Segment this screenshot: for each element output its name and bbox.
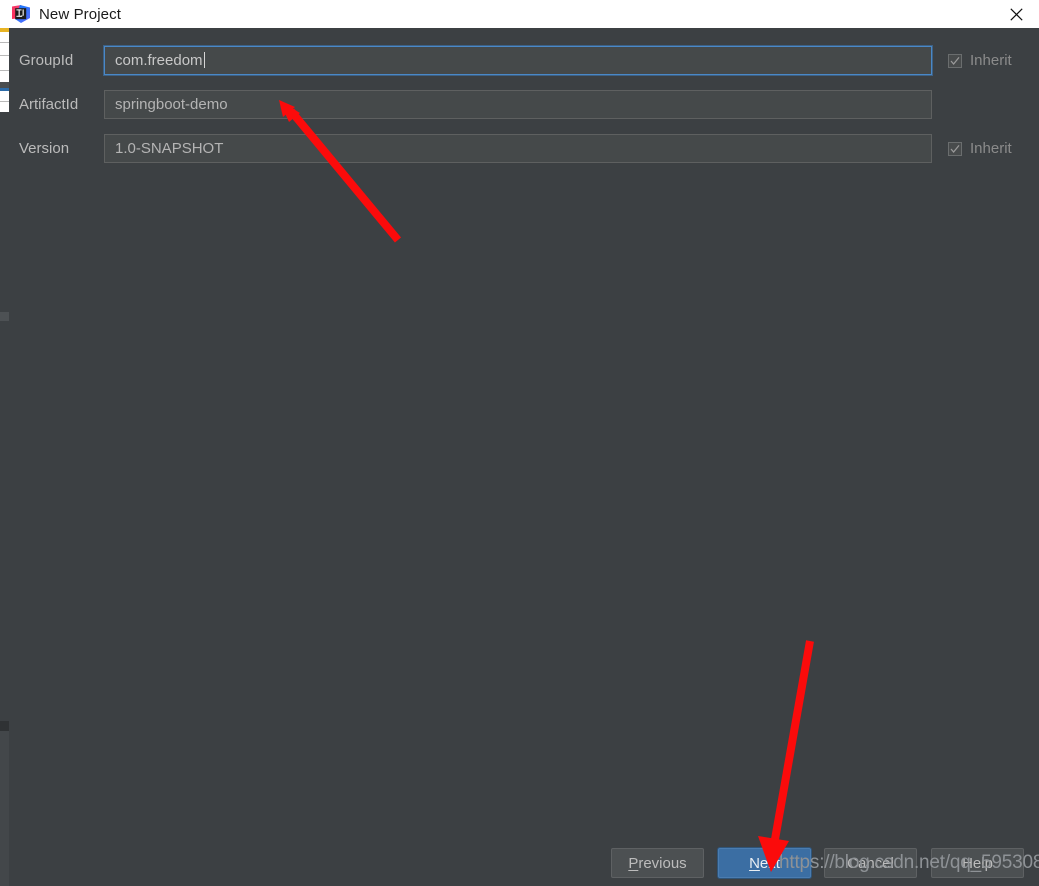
groupid-inherit-group[interactable]: Inherit [948,46,1012,75]
version-label: Version [19,140,70,157]
version-input[interactable]: 1.0-SNAPSHOT [104,134,932,163]
next-mnemonic: N [749,854,760,872]
artifactid-input[interactable]: springboot-demo [104,90,932,119]
close-icon[interactable] [993,0,1039,28]
groupid-input[interactable]: com.freedom [103,45,933,76]
version-inherit-label: Inherit [970,140,1012,157]
dialog-content: GroupId com.freedom Inherit ArtifactId s… [9,28,1039,886]
version-inherit-group[interactable]: Inherit [948,134,1012,163]
form-row-artifactid: ArtifactId springboot-demo [9,90,1029,119]
background-ide-strip [0,28,9,886]
previous-button-label: Previous [628,854,687,872]
intellij-idea-icon [12,5,30,23]
previous-mnemonic: P [628,854,639,872]
form-row-groupid: GroupId com.freedom Inherit [9,45,1029,76]
version-inherit-checkbox[interactable] [948,141,962,156]
text-caret [203,52,205,68]
artifactid-label: ArtifactId [19,96,79,113]
groupid-inherit-label: Inherit [970,52,1012,69]
form-row-version: Version 1.0-SNAPSHOT Inherit [9,134,1029,163]
next-button-label: Next [749,854,780,872]
watermark-text: https://blog.csdn.net/qq_59530821 [779,852,1039,873]
version-value: 1.0-SNAPSHOT [115,140,224,157]
groupid-value: com.freedom [115,52,203,69]
artifactid-value: springboot-demo [115,96,228,113]
previous-button[interactable]: Previous [611,848,704,878]
groupid-inherit-checkbox[interactable] [948,53,962,68]
window-title: New Project [39,5,121,23]
groupid-label: GroupId [19,52,74,69]
title-bar: New Project [0,0,1039,28]
new-project-dialog: New Project GroupId com.freedom Inherit … [0,0,1039,886]
